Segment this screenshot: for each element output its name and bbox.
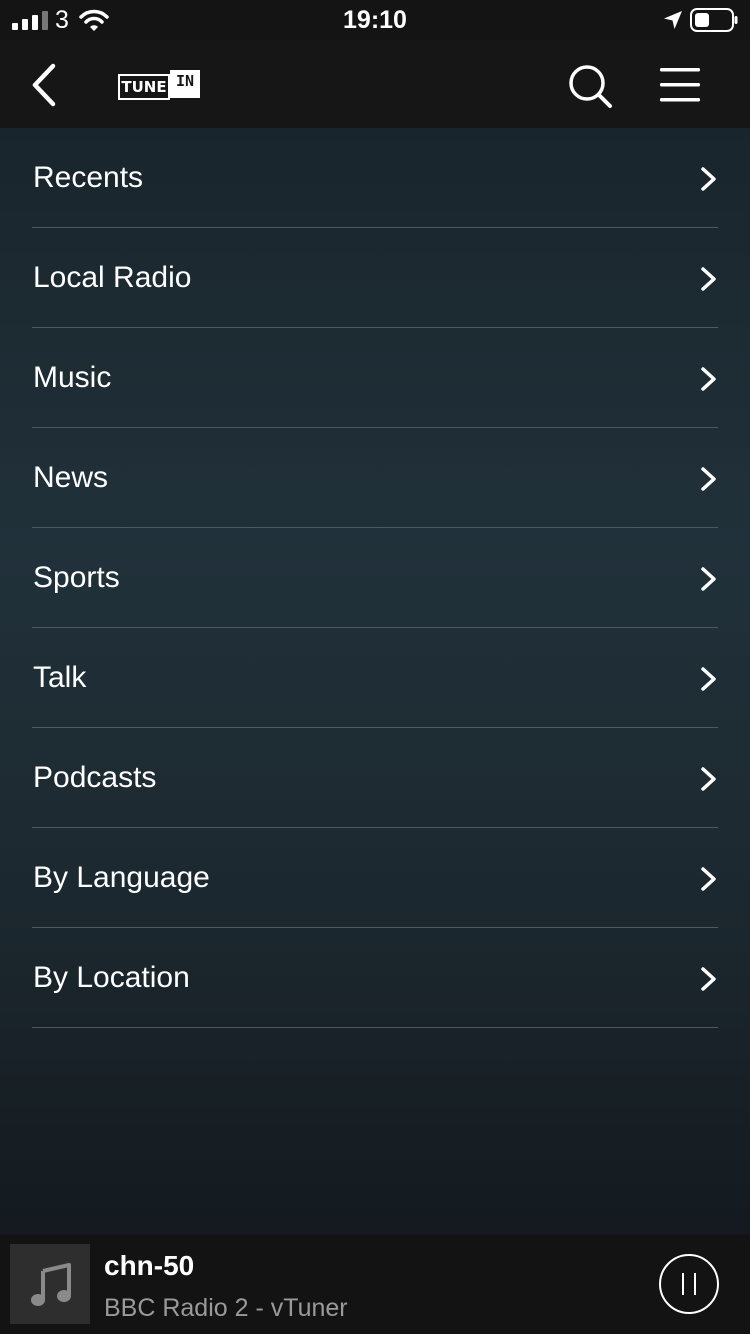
browse-content: Recents Local Radio Music News Sports Ta… bbox=[0, 128, 750, 1234]
chevron-right-icon bbox=[701, 867, 716, 891]
album-art[interactable] bbox=[10, 1244, 90, 1324]
list-item-news[interactable]: News bbox=[32, 428, 718, 528]
list-item-label: By Location bbox=[33, 961, 190, 994]
status-bar: 3 19:10 bbox=[0, 0, 750, 40]
search-icon[interactable] bbox=[566, 62, 614, 110]
location-icon bbox=[664, 11, 682, 29]
list-item-label: Sports bbox=[33, 561, 120, 594]
list-item-local-radio[interactable]: Local Radio bbox=[32, 228, 718, 328]
chevron-right-icon bbox=[701, 667, 716, 691]
pause-icon bbox=[682, 1273, 684, 1295]
hamburger-menu-icon[interactable] bbox=[656, 64, 704, 106]
battery-icon bbox=[690, 8, 738, 32]
list-item-label: Music bbox=[33, 361, 112, 394]
chevron-right-icon bbox=[701, 167, 716, 191]
pause-icon bbox=[694, 1273, 696, 1295]
now-playing-title: chn-50 bbox=[104, 1250, 195, 1281]
logo-tune-text: TUNE bbox=[118, 74, 170, 100]
now-playing-subtitle: BBC Radio 2 - vTuner bbox=[104, 1294, 348, 1322]
list-item-podcasts[interactable]: Podcasts bbox=[32, 728, 718, 828]
list-item-sports[interactable]: Sports bbox=[32, 528, 718, 628]
list-item-label: Talk bbox=[33, 661, 87, 694]
list-item-music[interactable]: Music bbox=[32, 328, 718, 428]
list-item-by-location[interactable]: By Location bbox=[32, 928, 718, 1028]
music-note-icon bbox=[31, 1263, 71, 1306]
chevron-right-icon bbox=[701, 767, 716, 791]
logo-in-text: IN bbox=[170, 70, 200, 98]
list-item-label: Podcasts bbox=[33, 761, 157, 794]
list-item-recents[interactable]: Recents bbox=[32, 128, 718, 228]
nav-bar: TUNE IN bbox=[0, 40, 750, 128]
list-item-by-language[interactable]: By Language bbox=[32, 828, 718, 928]
chevron-right-icon bbox=[701, 367, 716, 391]
back-chevron-icon[interactable] bbox=[20, 62, 66, 108]
list-item-label: Recents bbox=[33, 161, 144, 194]
list-item-label: News bbox=[33, 461, 109, 494]
chevron-right-icon bbox=[701, 567, 716, 591]
pause-button[interactable] bbox=[659, 1254, 719, 1314]
list-item-label: Local Radio bbox=[33, 261, 192, 294]
chevron-right-icon bbox=[701, 967, 716, 991]
chevron-right-icon bbox=[701, 267, 716, 291]
list-item-talk[interactable]: Talk bbox=[32, 628, 718, 728]
tunein-logo[interactable]: TUNE IN bbox=[118, 70, 202, 104]
list-item-label: By Language bbox=[33, 861, 210, 894]
browse-list: Recents Local Radio Music News Sports Ta… bbox=[32, 128, 718, 1028]
now-playing-bar[interactable]: chn-50 BBC Radio 2 - vTuner bbox=[0, 1234, 750, 1334]
clock: 19:10 bbox=[343, 6, 407, 34]
chevron-right-icon bbox=[701, 467, 716, 491]
